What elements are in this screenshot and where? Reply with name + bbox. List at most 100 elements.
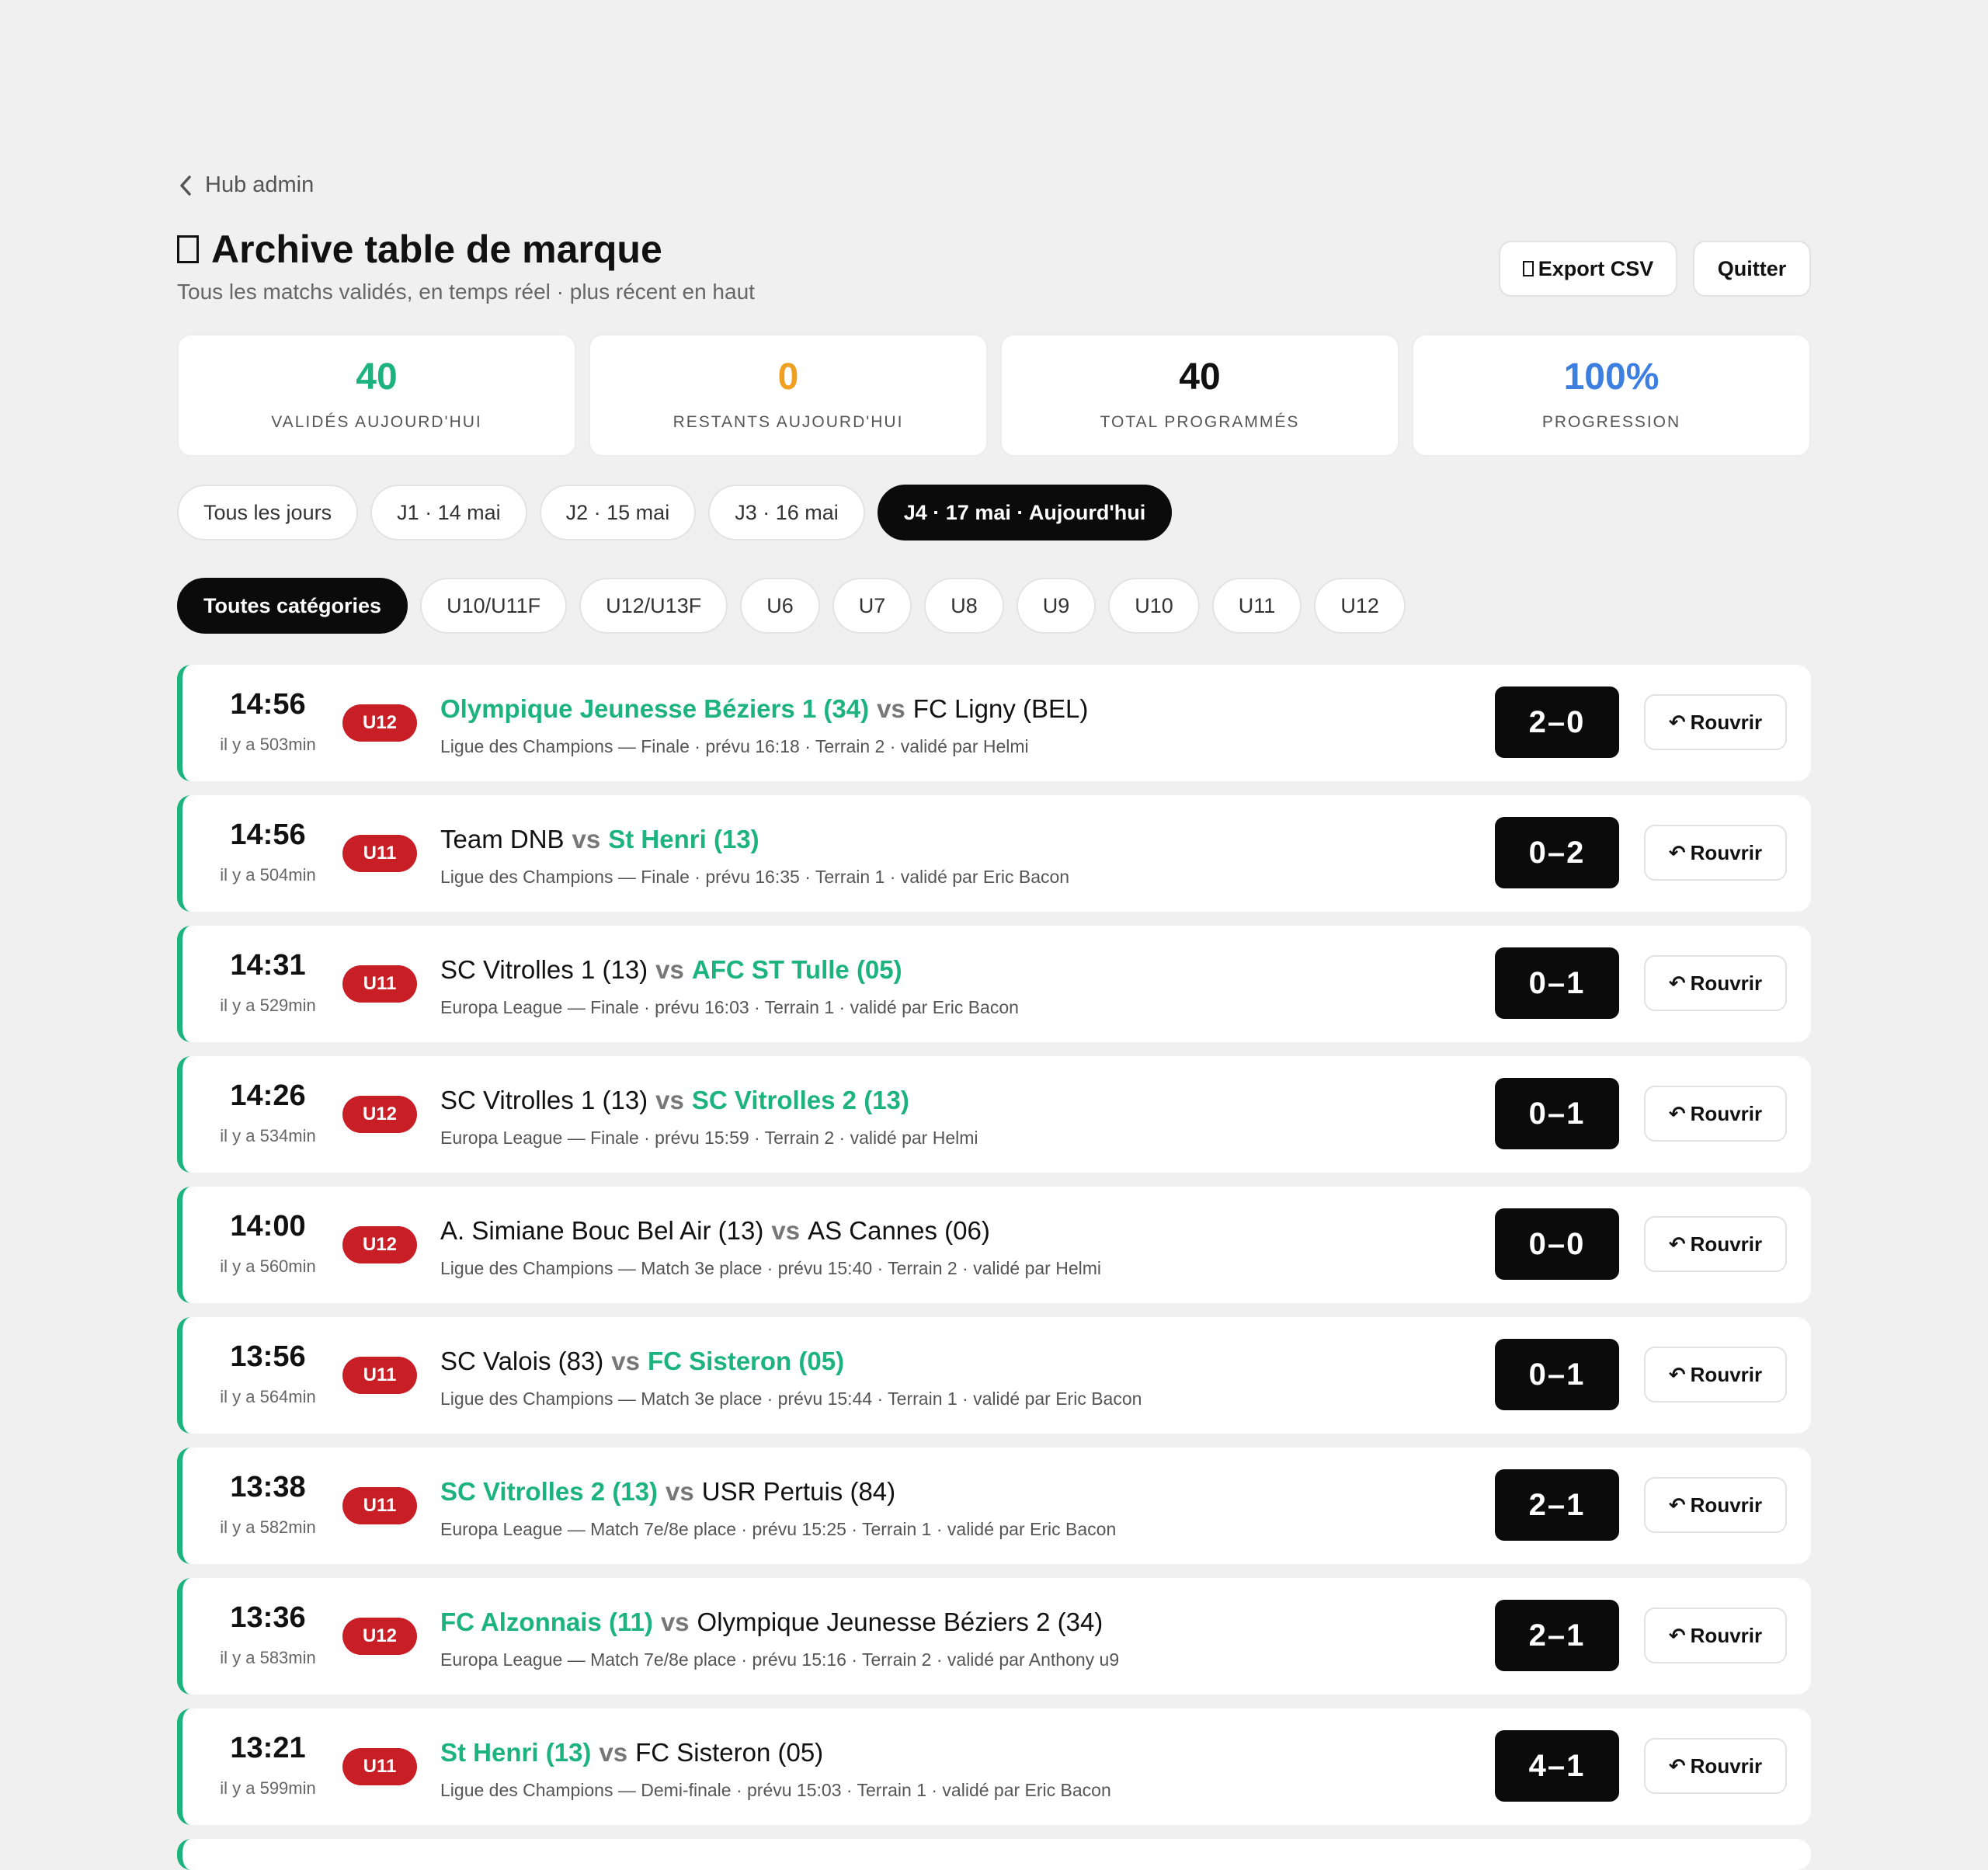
stat-label: TOTAL PROGRAMMÉS [1100,413,1300,431]
time-ago: il y a 504min [220,865,316,885]
score-display: 0–1 [1495,1078,1619,1149]
undo-icon: ↶ [1668,1493,1686,1517]
reopen-button[interactable]: ↶ Rouvrir [1644,1608,1787,1663]
export-csv-button[interactable]: Export CSV [1499,241,1677,297]
download-icon [1522,261,1534,276]
day-pill[interactable]: J1 · 14 mai [370,485,527,540]
back-link[interactable]: Hub admin [177,172,314,198]
chevron-left-icon [180,175,191,196]
home-team: Team DNB [440,825,565,853]
time-ago: il y a 599min [220,1778,316,1798]
stat-progress: 100% PROGRESSION [1412,334,1811,457]
stat-remaining: 0 RESTANTS AUJOURD'HUI [589,334,988,457]
away-team: SC Vitrolles 2 (13) [691,1086,909,1114]
quit-button[interactable]: Quitter [1693,241,1811,297]
category-badge: U12 [342,704,417,742]
page-subtitle: Tous les matchs validés, en temps réel ·… [177,280,755,304]
match-meta: Europa League — Finale · prévu 16:03 · T… [440,997,1019,1017]
score-display: 4–1 [1495,1730,1619,1802]
score-display: 0–1 [1495,1339,1619,1410]
reopen-button[interactable]: ↶ Rouvrir [1644,955,1787,1011]
category-badge: U11 [342,965,417,1003]
category-badge: U12 [342,1226,417,1263]
vs-label: vs [660,1608,690,1636]
match-meta: Ligue des Champions — Match 3e place · p… [440,1389,1142,1409]
back-link-label: Hub admin [205,172,315,197]
page-title-text: Archive table de marque [211,228,662,271]
time-ago: il y a 583min [220,1648,316,1667]
category-pill[interactable]: U11 [1211,578,1302,634]
vs-label: vs [655,955,684,984]
home-team: Olympique Jeunesse Béziers 1 (34) [440,694,870,723]
stat-validated: 40 VALIDÉS AUJOURD'HUI [177,334,576,457]
stat-label: VALIDÉS AUJOURD'HUI [271,413,482,431]
reopen-button[interactable]: ↶ Rouvrir [1644,694,1787,750]
match-list: 14:56 il y a 503min U12 Olympique Jeunesse … [177,665,1811,1870]
category-pill[interactable]: Toutes catégories [177,578,408,634]
category-pill[interactable]: U12 [1314,578,1406,634]
vs-label: vs [655,1086,684,1114]
away-team: USR Pertuis (84) [701,1477,896,1506]
reopen-button[interactable]: ↶ Rouvrir [1644,1738,1787,1794]
time-ago: il y a 564min [220,1387,316,1406]
match-row: 14:56 il y a 503min U12 Olympique Jeunesse … [177,665,1811,781]
away-team: FC Sisteron (05) [648,1347,845,1375]
category-pill[interactable]: U10 [1108,578,1200,634]
category-pill[interactable]: U9 [1016,578,1097,634]
away-team: AS Cannes (06) [808,1216,990,1245]
reopen-button[interactable]: ↶ Rouvrir [1644,825,1787,881]
away-team: FC Sisteron (05) [635,1738,824,1767]
undo-icon: ↶ [1668,971,1686,995]
reopen-label: Rouvrir [1690,1623,1763,1647]
reopen-button[interactable]: ↶ Rouvrir [1644,1086,1787,1142]
match-teams: A. Simiane Bouc Bel Air (13) vs AS Cannes … [440,1216,990,1246]
match-row [177,1839,1811,1870]
match-row: 14:56 il y a 504min U11 Team DNB vs St Henri … [177,795,1811,912]
match-teams: St Henri (13) vs FC Sisteron (05) [440,1738,823,1767]
stat-value: 40 [356,356,398,398]
time-ago: il y a 534min [220,1126,316,1145]
stat-value: 40 [1179,356,1221,398]
day-pill[interactable]: Tous les jours [177,485,359,540]
category-badge: U11 [342,1748,417,1785]
category-pill[interactable]: U12/U13F [579,578,728,634]
match-teams: Team DNB vs St Henri (13) [440,825,759,854]
category-pill[interactable]: U10/U11F [420,578,568,634]
reopen-button[interactable]: ↶ Rouvrir [1644,1347,1787,1402]
undo-icon: ↶ [1668,1362,1686,1386]
validated-time: 13:56 [230,1340,306,1373]
vs-label: vs [877,694,905,723]
validated-time: 13:36 [230,1601,306,1634]
stats-bar: 40 VALIDÉS AUJOURD'HUI 0 RESTANTS AUJOUR… [177,334,1811,457]
home-team: SC Vitrolles 1 (13) [440,1086,648,1114]
time-ago: il y a 560min [220,1257,316,1276]
day-pill[interactable]: J4 · 17 mai · Aujourd'hui [877,485,1173,540]
category-pill[interactable]: U8 [924,578,1004,634]
score-display: 2–1 [1495,1469,1619,1541]
validated-time: 14:26 [230,1079,306,1112]
category-filter: Toutes catégories U10/U11F U12/U13F U6 U7 U8 U… [177,578,1406,634]
match-row: 14:31 il y a 529min U11 SC Vitrolles 1 (13)… [177,926,1811,1042]
reopen-button[interactable]: ↶ Rouvrir [1644,1216,1787,1272]
match-row: 14:00 il y a 560min U12 A. Simiane Bouc Bel… [177,1187,1811,1303]
header-actions: Export CSV Quitter [1499,241,1811,297]
away-team: St Henri (13) [608,825,759,853]
export-csv-label: Export CSV [1538,256,1654,280]
match-meta: Europa League — Finale · prévu 15:59 · T… [440,1128,978,1148]
vs-label: vs [599,1738,628,1767]
match-row: 14:26 il y a 534min U12 SC Vitrolles 1 (13)… [177,1056,1811,1173]
match-meta: Ligue des Champions — Finale · prévu 16:… [440,736,1029,756]
vs-label: vs [611,1347,641,1375]
reopen-label: Rouvrir [1690,1101,1763,1125]
reopen-button[interactable]: ↶ Rouvrir [1644,1477,1787,1533]
category-pill[interactable]: U7 [832,578,912,634]
category-badge: U11 [342,1357,417,1394]
category-badge: U12 [342,1618,417,1655]
day-pill[interactable]: J2 · 15 mai [539,485,697,540]
vs-label: vs [771,1216,801,1245]
archive-icon [177,235,199,263]
reopen-label: Rouvrir [1690,971,1763,995]
reopen-label: Rouvrir [1690,840,1763,864]
category-pill[interactable]: U6 [740,578,820,634]
day-pill[interactable]: J3 · 16 mai [708,485,865,540]
